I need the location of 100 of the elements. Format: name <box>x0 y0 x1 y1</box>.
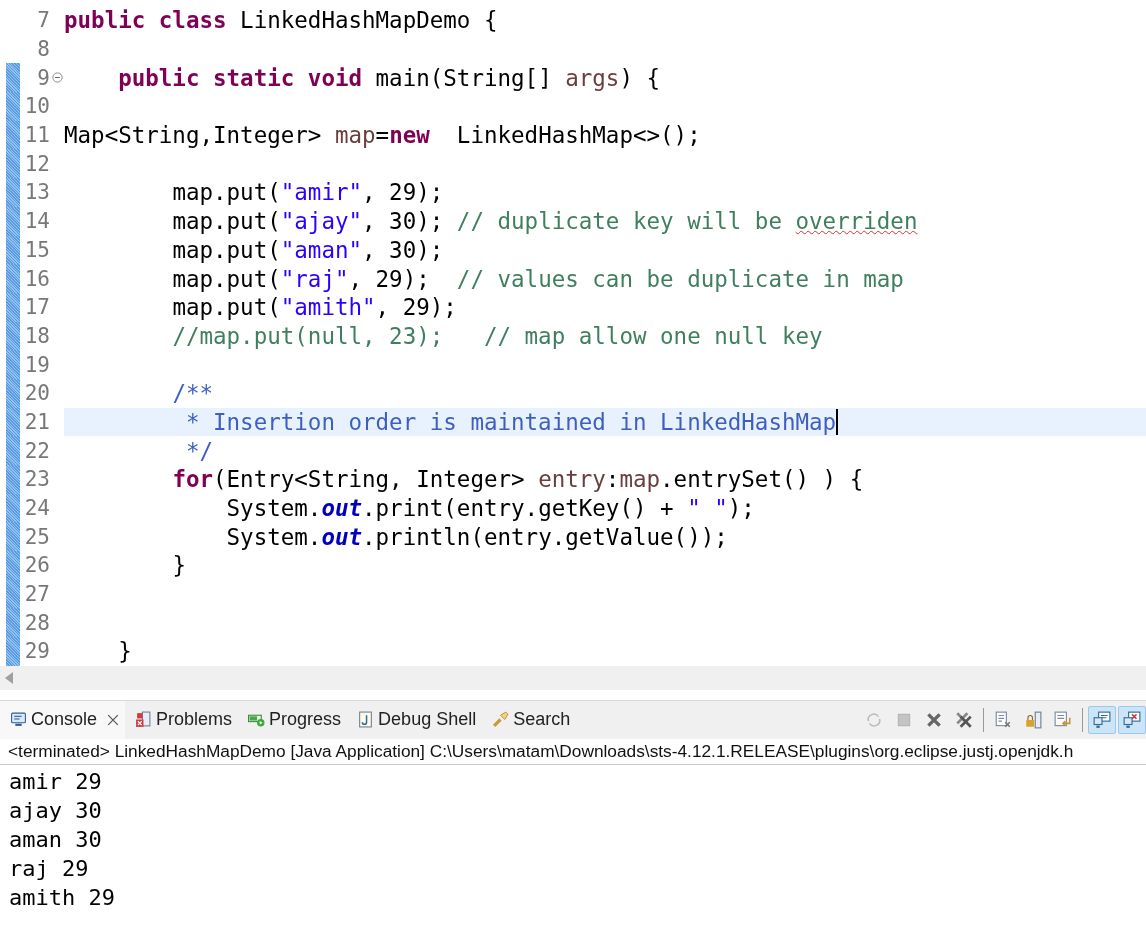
monitor-icon <box>1093 710 1111 729</box>
view-tab[interactable]: Problems <box>125 700 239 739</box>
code-text: , 29); <box>348 265 431 292</box>
lock-icon <box>1024 710 1042 729</box>
line-number: 11 <box>23 123 50 148</box>
variable-name: map <box>619 466 661 493</box>
line-number: 23 <box>23 467 50 492</box>
keyword: public class <box>64 7 228 34</box>
keyword: new <box>389 122 430 149</box>
line-number: 7 <box>36 8 50 33</box>
line-number: 13 <box>23 180 50 205</box>
toolbar-button[interactable] <box>1088 705 1116 734</box>
keyword: public static void <box>118 64 364 91</box>
code-text: System. <box>226 495 322 522</box>
horizontal-scrollbar[interactable] <box>0 665 1146 690</box>
string-literal: "ajay" <box>280 208 363 235</box>
code-text: ) { <box>619 64 661 91</box>
variable-name: args <box>565 64 620 91</box>
console-output-line: amir 29 <box>9 767 103 796</box>
code-text: (Entry<String, Integer> <box>213 466 526 493</box>
code-text: Map<String,Integer> <box>64 122 323 149</box>
console-output-line: ajay 30 <box>9 796 103 825</box>
code-text: map.put( <box>172 265 281 292</box>
console-output-line: amith 29 <box>9 883 116 912</box>
line-number: 26 <box>23 553 50 578</box>
line-number: 15 <box>23 237 50 262</box>
close-icon[interactable] <box>107 713 120 726</box>
line-number: 17 <box>23 295 50 320</box>
variable-name: map <box>334 122 376 149</box>
document-icon <box>357 711 375 729</box>
line-number: 27 <box>23 582 50 607</box>
doc-comment: /** <box>172 380 213 407</box>
word-wrap-icon <box>1054 710 1072 729</box>
code-comment: //map.put(null, 23); // map allow one null key <box>172 322 823 349</box>
scroll-left-icon[interactable] <box>4 671 14 684</box>
code-text: map.put( <box>172 236 281 263</box>
code-text: , 29); <box>375 294 457 321</box>
code-comment: // values can be duplicate in map <box>456 265 904 292</box>
code-text: : <box>605 466 620 493</box>
doc-comment: */ <box>185 437 213 464</box>
code-text: System. <box>226 523 322 550</box>
clear-document-icon <box>994 710 1012 729</box>
line-number: 24 <box>23 496 50 521</box>
text-cursor <box>836 408 839 435</box>
line-number: 18 <box>23 323 50 348</box>
code-text: = <box>375 122 390 149</box>
variable-name: entry <box>538 466 606 493</box>
line-number: 29 <box>23 639 50 664</box>
console-output-line: raj 29 <box>9 854 90 883</box>
code-text: , 29); <box>362 179 444 206</box>
code-text: ); <box>727 495 755 522</box>
close-icon <box>925 710 943 729</box>
code-text: LinkedHashMap<>(); <box>456 122 701 149</box>
monitor-icon <box>10 711 27 729</box>
line-number: 28 <box>23 610 50 635</box>
toolbar-button[interactable] <box>1118 705 1146 734</box>
code-text: map.put( <box>172 208 281 235</box>
monitor-error-icon <box>1123 710 1141 729</box>
string-literal: "amir" <box>280 179 363 206</box>
string-literal: " " <box>687 495 728 522</box>
string-literal: "amith" <box>280 294 376 321</box>
view-tab[interactable]: Progress <box>238 700 348 739</box>
code-text: } <box>118 638 132 665</box>
line-number: 14 <box>23 209 50 234</box>
line-number: 19 <box>23 352 50 377</box>
string-literal: "aman" <box>280 236 363 263</box>
line-number: 20 <box>23 381 50 406</box>
misspelled-word: overriden <box>795 208 918 235</box>
line-number: 25 <box>23 524 50 549</box>
code-text: } <box>172 552 186 579</box>
line-number: 9 <box>36 65 50 90</box>
code-text: .println(entry.getValue()); <box>362 523 728 550</box>
line-number: 16 <box>23 266 50 291</box>
code-text: main(String[] <box>375 64 553 91</box>
close-all-icon <box>955 710 973 729</box>
console-output-line: aman 30 <box>9 825 103 854</box>
line-number: 12 <box>23 151 50 176</box>
field-name: out <box>321 495 363 522</box>
code-text: map.put( <box>172 294 281 321</box>
view-tab[interactable]: Debug Shell <box>347 700 483 739</box>
line-number: 8 <box>36 37 50 62</box>
code-comment: // duplicate key will be <box>456 208 783 235</box>
doc-comment: * Insertion order is maintained in LinkedHashMap <box>185 408 837 435</box>
string-literal: "raj" <box>280 265 349 292</box>
code-text: .entrySet() ) { <box>660 466 864 493</box>
line-number: 21 <box>23 409 50 434</box>
relaunch-icon <box>865 710 883 729</box>
field-name: out <box>321 523 363 550</box>
view-tab[interactable]: Console <box>0 700 126 739</box>
collapse-icon[interactable] <box>51 72 63 84</box>
keyword: for <box>172 466 213 493</box>
flashlight-icon <box>492 711 510 729</box>
view-tab[interactable]: Search <box>482 700 577 739</box>
problems-icon <box>135 711 153 729</box>
line-number: 22 <box>23 438 50 463</box>
line-number: 10 <box>23 94 50 119</box>
code-text: , 30); <box>362 236 444 263</box>
code-text: .print(entry.getKey() + <box>362 495 675 522</box>
code-text: , 30); <box>362 208 445 235</box>
code-text: map.put( <box>172 179 281 206</box>
